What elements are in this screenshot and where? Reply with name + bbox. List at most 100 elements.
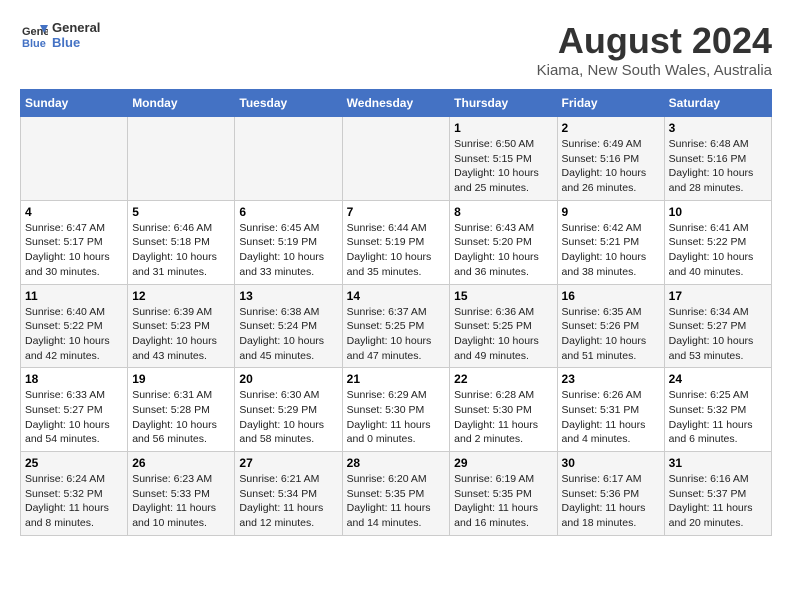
day-info: Sunrise: 6:43 AMSunset: 5:20 PMDaylight:…: [454, 221, 552, 280]
day-info-line: Sunrise: 6:34 AM: [669, 306, 749, 318]
day-info-line: and 30 minutes.: [25, 266, 100, 278]
day-info-line: Sunrise: 6:23 AM: [132, 473, 212, 485]
day-info-line: Sunset: 5:20 PM: [454, 236, 532, 248]
calendar-cell: 24Sunrise: 6:25 AMSunset: 5:32 PMDayligh…: [664, 368, 771, 452]
day-info-line: and 8 minutes.: [25, 517, 94, 529]
day-info-line: Sunrise: 6:20 AM: [347, 473, 427, 485]
day-info-line: and 49 minutes.: [454, 350, 529, 362]
calendar-cell: [235, 117, 342, 201]
calendar-title-block: August 2024 Kiama, New South Wales, Aust…: [537, 20, 772, 79]
day-info-line: Sunset: 5:30 PM: [454, 404, 532, 416]
day-info: Sunrise: 6:40 AMSunset: 5:22 PMDaylight:…: [25, 305, 123, 364]
day-info-line: Daylight: 11 hours: [132, 502, 216, 514]
day-info-line: Daylight: 10 hours: [25, 251, 110, 263]
day-info-line: and 53 minutes.: [669, 350, 744, 362]
day-info-line: Sunset: 5:16 PM: [562, 153, 640, 165]
day-info: Sunrise: 6:25 AMSunset: 5:32 PMDaylight:…: [669, 388, 767, 447]
day-number: 13: [239, 289, 337, 303]
day-info-line: Sunset: 5:27 PM: [25, 404, 103, 416]
day-info: Sunrise: 6:47 AMSunset: 5:17 PMDaylight:…: [25, 221, 123, 280]
day-number: 17: [669, 289, 767, 303]
calendar-cell: 13Sunrise: 6:38 AMSunset: 5:24 PMDayligh…: [235, 284, 342, 368]
day-info: Sunrise: 6:34 AMSunset: 5:27 PMDaylight:…: [669, 305, 767, 364]
day-info-line: Sunrise: 6:46 AM: [132, 222, 212, 234]
logo: General Blue General Blue: [20, 20, 100, 50]
day-info-line: and 6 minutes.: [669, 433, 738, 445]
day-number: 25: [25, 456, 123, 470]
day-info: Sunrise: 6:35 AMSunset: 5:26 PMDaylight:…: [562, 305, 660, 364]
calendar-cell: 10Sunrise: 6:41 AMSunset: 5:22 PMDayligh…: [664, 200, 771, 284]
day-info: Sunrise: 6:16 AMSunset: 5:37 PMDaylight:…: [669, 472, 767, 531]
day-info: Sunrise: 6:45 AMSunset: 5:19 PMDaylight:…: [239, 221, 337, 280]
day-info: Sunrise: 6:49 AMSunset: 5:16 PMDaylight:…: [562, 137, 660, 196]
calendar-cell: 5Sunrise: 6:46 AMSunset: 5:18 PMDaylight…: [128, 200, 235, 284]
day-info-line: and 38 minutes.: [562, 266, 637, 278]
calendar-cell: 29Sunrise: 6:19 AMSunset: 5:35 PMDayligh…: [450, 452, 557, 536]
day-number: 29: [454, 456, 552, 470]
day-info-line: Daylight: 10 hours: [132, 335, 217, 347]
calendar-cell: [21, 117, 128, 201]
calendar-cell: 12Sunrise: 6:39 AMSunset: 5:23 PMDayligh…: [128, 284, 235, 368]
day-info-line: Sunrise: 6:44 AM: [347, 222, 427, 234]
day-number: 12: [132, 289, 230, 303]
day-info-line: Daylight: 10 hours: [562, 251, 647, 263]
page-header: General Blue General Blue August 2024 Ki…: [20, 20, 772, 79]
calendar-cell: [128, 117, 235, 201]
day-info-line: Daylight: 11 hours: [669, 502, 753, 514]
day-info-line: and 25 minutes.: [454, 182, 529, 194]
day-info-line: and 20 minutes.: [669, 517, 744, 529]
day-info: Sunrise: 6:50 AMSunset: 5:15 PMDaylight:…: [454, 137, 552, 196]
calendar-cell: 3Sunrise: 6:48 AMSunset: 5:16 PMDaylight…: [664, 117, 771, 201]
day-info: Sunrise: 6:17 AMSunset: 5:36 PMDaylight:…: [562, 472, 660, 531]
day-info-line: Sunset: 5:37 PM: [669, 488, 747, 500]
day-number: 21: [347, 372, 446, 386]
day-info-line: and 14 minutes.: [347, 517, 422, 529]
day-info-line: Daylight: 10 hours: [347, 335, 432, 347]
day-info-line: and 28 minutes.: [669, 182, 744, 194]
header-thursday: Thursday: [450, 90, 557, 117]
day-number: 3: [669, 121, 767, 135]
day-info-line: Daylight: 10 hours: [454, 335, 539, 347]
day-info-line: Daylight: 10 hours: [669, 251, 754, 263]
day-info: Sunrise: 6:31 AMSunset: 5:28 PMDaylight:…: [132, 388, 230, 447]
logo-line1: General: [52, 20, 100, 35]
calendar-cell: 21Sunrise: 6:29 AMSunset: 5:30 PMDayligh…: [342, 368, 450, 452]
day-number: 19: [132, 372, 230, 386]
day-info-line: Sunrise: 6:31 AM: [132, 389, 212, 401]
day-info: Sunrise: 6:44 AMSunset: 5:19 PMDaylight:…: [347, 221, 446, 280]
header-wednesday: Wednesday: [342, 90, 450, 117]
day-info-line: Sunrise: 6:49 AM: [562, 138, 642, 150]
day-info-line: Sunset: 5:25 PM: [347, 320, 425, 332]
calendar-cell: 28Sunrise: 6:20 AMSunset: 5:35 PMDayligh…: [342, 452, 450, 536]
day-info-line: and 33 minutes.: [239, 266, 314, 278]
calendar-title: August 2024: [537, 20, 772, 62]
day-info-line: Sunrise: 6:36 AM: [454, 306, 534, 318]
day-info-line: Sunrise: 6:35 AM: [562, 306, 642, 318]
calendar-cell: 7Sunrise: 6:44 AMSunset: 5:19 PMDaylight…: [342, 200, 450, 284]
day-number: 22: [454, 372, 552, 386]
day-info-line: Daylight: 11 hours: [347, 502, 431, 514]
day-info-line: and 42 minutes.: [25, 350, 100, 362]
day-number: 8: [454, 205, 552, 219]
day-number: 5: [132, 205, 230, 219]
day-number: 16: [562, 289, 660, 303]
day-info: Sunrise: 6:36 AMSunset: 5:25 PMDaylight:…: [454, 305, 552, 364]
day-info-line: Daylight: 10 hours: [562, 335, 647, 347]
logo-icon: General Blue: [20, 21, 48, 49]
day-info-line: Sunrise: 6:39 AM: [132, 306, 212, 318]
day-number: 31: [669, 456, 767, 470]
day-info-line: Daylight: 10 hours: [347, 251, 432, 263]
day-info-line: Sunset: 5:30 PM: [347, 404, 425, 416]
calendar-cell: 4Sunrise: 6:47 AMSunset: 5:17 PMDaylight…: [21, 200, 128, 284]
day-info-line: Daylight: 10 hours: [25, 419, 110, 431]
day-info-line: Sunset: 5:28 PM: [132, 404, 210, 416]
day-info: Sunrise: 6:33 AMSunset: 5:27 PMDaylight:…: [25, 388, 123, 447]
calendar-week-4: 18Sunrise: 6:33 AMSunset: 5:27 PMDayligh…: [21, 368, 772, 452]
day-number: 14: [347, 289, 446, 303]
day-info-line: Sunset: 5:17 PM: [25, 236, 103, 248]
day-number: 6: [239, 205, 337, 219]
day-info-line: and 0 minutes.: [347, 433, 416, 445]
day-info-line: Daylight: 11 hours: [239, 502, 323, 514]
day-info-line: Sunrise: 6:19 AM: [454, 473, 534, 485]
day-info-line: Sunrise: 6:30 AM: [239, 389, 319, 401]
